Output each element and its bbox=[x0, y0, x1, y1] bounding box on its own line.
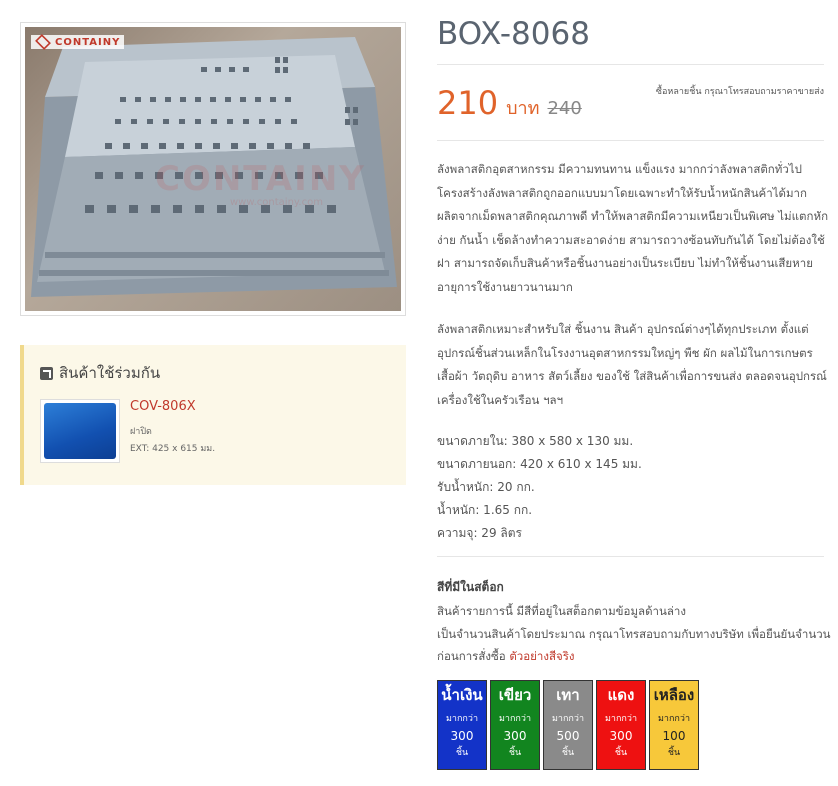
share-icon bbox=[40, 366, 53, 380]
swatch-name: เขียว bbox=[498, 686, 532, 704]
swatch-unit: ชิ้น bbox=[667, 748, 681, 758]
related-products-panel: สินค้าใช้ร่วมกัน COV-806X ฝาปิด EXT: 425… bbox=[20, 345, 406, 485]
related-heading-text: สินค้าใช้ร่วมกัน bbox=[59, 364, 161, 382]
stock-title: สีที่มีในสต็อก bbox=[437, 580, 504, 594]
description-1: ลังพลาสติกอุตสาหกรรม มีความทนทาน แข็งแรง… bbox=[437, 162, 829, 294]
swatch-blue: น้ำเงิน มากกว่า 300 ชิ้น bbox=[437, 680, 487, 770]
price-row: 210 บาท 240 bbox=[437, 84, 582, 122]
swatch-yellow: เหลือง มากกว่า 100 ชิ้น bbox=[649, 680, 699, 770]
logo-text: CONTAINY bbox=[55, 36, 121, 48]
stock-line-2-text: เป็นจำนวนสินค้าโดยประมาณ กรุณาโทรสอบถามก… bbox=[437, 626, 831, 664]
related-item[interactable]: COV-806X ฝาปิด EXT: 425 x 615 มม. bbox=[40, 399, 390, 463]
real-color-link[interactable]: ตัวอย่างสีจริง bbox=[509, 649, 574, 663]
stock-line-1: สินค้ารายการนี้ มีสีที่อยู่ในสต็อกตามข้อ… bbox=[437, 604, 686, 618]
related-info: COV-806X ฝาปิด EXT: 425 x 615 มม. bbox=[130, 399, 215, 463]
lid-image bbox=[44, 403, 116, 459]
swatch-qty: 300 bbox=[609, 729, 633, 743]
watermark-sub: www.containy.com bbox=[230, 197, 323, 208]
swatch-more: มากกว่า bbox=[658, 714, 690, 724]
swatch-gray: เทา มากกว่า 500 ชิ้น bbox=[543, 680, 593, 770]
divider bbox=[437, 64, 824, 65]
swatch-more: มากกว่า bbox=[446, 714, 478, 724]
price: 210 bbox=[437, 84, 499, 122]
bulk-note: ซื้อหลายชิ้น กรุณาโทรสอบถามราคาขายส่ง bbox=[655, 87, 824, 97]
swatch-unit: ชิ้น bbox=[455, 748, 469, 758]
related-desc: ฝาปิด bbox=[130, 427, 152, 437]
spec-inner-size: ขนาดภายใน: 380 x 580 x 130 มม. bbox=[437, 434, 634, 448]
swatch-qty: 500 bbox=[556, 729, 580, 743]
logo-mark-icon bbox=[35, 34, 51, 50]
watermark: CONTAINY bbox=[155, 159, 366, 199]
related-heading: สินค้าใช้ร่วมกัน bbox=[40, 361, 390, 385]
swatch-unit: ชิ้น bbox=[508, 748, 522, 758]
spec-list: ขนาดภายใน: 380 x 580 x 130 มม. ขนาดภายนอ… bbox=[437, 430, 829, 545]
product-photo: CONTAINY CONTAINY www.containy.com bbox=[25, 27, 401, 311]
swatch-more: มากกว่า bbox=[552, 714, 584, 724]
product-image[interactable]: CONTAINY CONTAINY www.containy.com bbox=[20, 22, 406, 316]
swatch-more: มากกว่า bbox=[605, 714, 637, 724]
old-price: 240 bbox=[547, 98, 582, 119]
swatch-qty: 300 bbox=[450, 729, 474, 743]
swatch-qty: 300 bbox=[503, 729, 527, 743]
stock-line-2: เป็นจำนวนสินค้าโดยประมาณ กรุณาโทรสอบถามก… bbox=[437, 623, 832, 668]
spec-outer-size: ขนาดภายนอก: 420 x 610 x 145 มม. bbox=[437, 457, 642, 471]
swatch-name: น้ำเงิน bbox=[441, 686, 483, 704]
color-swatches: น้ำเงิน มากกว่า 300 ชิ้น เขียว มากกว่า 3… bbox=[437, 680, 699, 770]
swatch-red: แดง มากกว่า 300 ชิ้น bbox=[596, 680, 646, 770]
divider bbox=[437, 556, 824, 557]
brand-logo: CONTAINY bbox=[31, 34, 125, 50]
swatch-more: มากกว่า bbox=[499, 714, 531, 724]
description-2: ลังพลาสติกเหมาะสำหรับใส่ ชิ้นงาน สินค้า … bbox=[437, 322, 827, 407]
swatch-qty: 100 bbox=[662, 729, 686, 743]
spec-weight: น้ำหนัก: 1.65 กก. bbox=[437, 503, 533, 517]
swatch-name: แดง bbox=[607, 686, 635, 704]
swatch-unit: ชิ้น bbox=[614, 748, 628, 758]
currency: บาท bbox=[506, 98, 540, 119]
swatch-name: เทา bbox=[556, 686, 580, 704]
swatch-name: เหลือง bbox=[653, 686, 695, 704]
related-ext: EXT: 425 x 615 มม. bbox=[130, 444, 216, 454]
spec-capacity: ความจุ: 29 ลิตร bbox=[437, 526, 522, 540]
swatch-unit: ชิ้น bbox=[561, 748, 575, 758]
product-title: BOX-8068 bbox=[437, 16, 590, 52]
spec-load: รับน้ำหนัก: 20 กก. bbox=[437, 480, 535, 494]
divider bbox=[437, 140, 824, 141]
related-code-link[interactable]: COV-806X bbox=[130, 399, 215, 414]
stock-text: สินค้ารายการนี้ มีสีที่อยู่ในสต็อกตามข้อ… bbox=[437, 600, 832, 668]
swatch-green: เขียว มากกว่า 300 ชิ้น bbox=[490, 680, 540, 770]
related-thumb[interactable] bbox=[40, 399, 120, 463]
